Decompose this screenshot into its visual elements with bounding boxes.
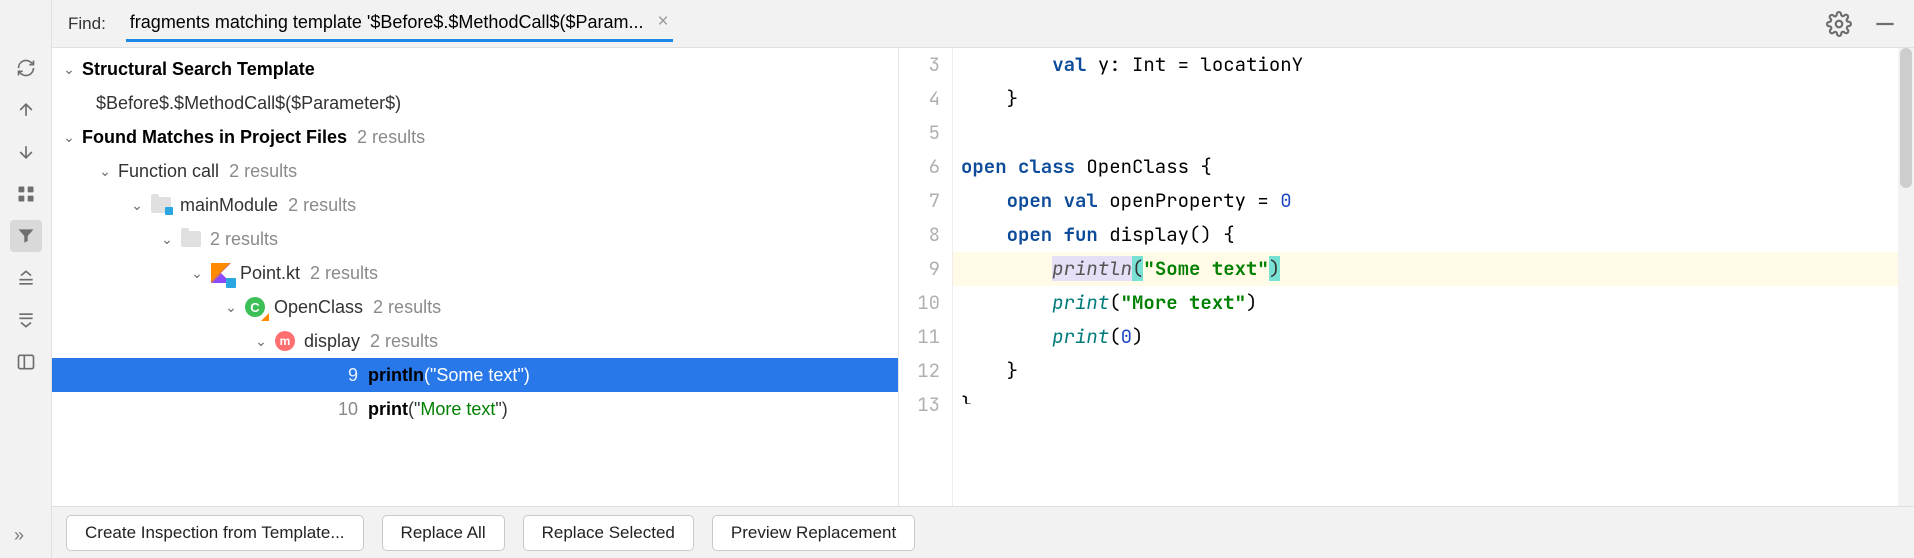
chevron-down-icon[interactable]: ⌄ bbox=[60, 61, 78, 78]
editor-gutter: 345678910111213 bbox=[899, 48, 953, 506]
tree-class[interactable]: ⌄ C OpenClass 2 results bbox=[52, 290, 898, 324]
tree-found-header[interactable]: ⌄ Found Matches in Project Files 2 resul… bbox=[52, 120, 898, 154]
module-folder-icon bbox=[150, 194, 172, 216]
tree-match-1[interactable]: 9 println("Some text") bbox=[52, 358, 898, 392]
editor-scrollbar[interactable] bbox=[1898, 48, 1914, 506]
create-inspection-button[interactable]: Create Inspection from Template... bbox=[66, 515, 364, 551]
tree-method[interactable]: ⌄ m display 2 results bbox=[52, 324, 898, 358]
tree-template-text[interactable]: $Before$.$MethodCall$($Parameter$) bbox=[52, 86, 898, 120]
refresh-icon[interactable] bbox=[10, 52, 42, 84]
tree-folder[interactable]: ⌄ 2 results bbox=[52, 222, 898, 256]
tree-match-2[interactable]: 10 print("More text") bbox=[52, 392, 898, 426]
kotlin-file-icon bbox=[210, 262, 232, 284]
action-bar: Create Inspection from Template... Repla… bbox=[52, 506, 1914, 558]
replace-all-button[interactable]: Replace All bbox=[382, 515, 505, 551]
tree-module[interactable]: ⌄ mainModule 2 results bbox=[52, 188, 898, 222]
filter-icon[interactable] bbox=[10, 220, 42, 252]
editor-code[interactable]: val y: Int = locationY }open class OpenC… bbox=[953, 48, 1914, 506]
tree-function-call[interactable]: ⌄ Function call 2 results bbox=[52, 154, 898, 188]
folder-icon bbox=[180, 228, 202, 250]
group-icon[interactable] bbox=[10, 178, 42, 210]
expand-all-icon[interactable] bbox=[10, 262, 42, 294]
chevron-down-icon[interactable]: ⌄ bbox=[96, 163, 114, 180]
scrollbar-thumb[interactable] bbox=[1900, 48, 1912, 188]
preview-replacement-button[interactable]: Preview Replacement bbox=[712, 515, 915, 551]
find-label: Find: bbox=[68, 14, 106, 34]
tree-file[interactable]: ⌄ Point.kt 2 results bbox=[52, 256, 898, 290]
chevron-down-icon[interactable]: ⌄ bbox=[128, 197, 146, 214]
chevron-down-icon[interactable]: ⌄ bbox=[158, 231, 176, 248]
query-tab[interactable]: fragments matching template '$Before$.$M… bbox=[126, 11, 673, 42]
tree-template-header[interactable]: ⌄ Structural Search Template bbox=[52, 52, 898, 86]
replace-selected-button[interactable]: Replace Selected bbox=[523, 515, 694, 551]
method-icon: m bbox=[274, 330, 296, 352]
next-match-icon[interactable] bbox=[10, 136, 42, 168]
preview-toggle-icon[interactable] bbox=[10, 346, 42, 378]
class-icon: C bbox=[244, 296, 266, 318]
gear-icon[interactable] bbox=[1826, 11, 1852, 37]
tool-rail: » bbox=[0, 0, 52, 558]
close-tab-icon[interactable]: × bbox=[658, 11, 669, 33]
find-bar: Find: fragments matching template '$Befo… bbox=[52, 0, 1914, 48]
chevron-down-icon[interactable]: ⌄ bbox=[252, 333, 270, 350]
query-text: fragments matching template '$Before$.$M… bbox=[130, 12, 644, 33]
chevron-down-icon[interactable]: ⌄ bbox=[222, 299, 240, 316]
results-tree[interactable]: ⌄ Structural Search Template $Before$.$M… bbox=[52, 48, 898, 506]
prev-match-icon[interactable] bbox=[10, 94, 42, 126]
chevron-down-icon[interactable]: ⌄ bbox=[188, 265, 206, 282]
chevron-down-icon[interactable]: ⌄ bbox=[60, 129, 78, 146]
more-icon[interactable]: » bbox=[14, 525, 24, 546]
collapse-all-icon[interactable] bbox=[10, 304, 42, 336]
code-preview: 345678910111213 val y: Int = locationY }… bbox=[898, 48, 1914, 506]
minimize-icon[interactable] bbox=[1872, 11, 1898, 37]
